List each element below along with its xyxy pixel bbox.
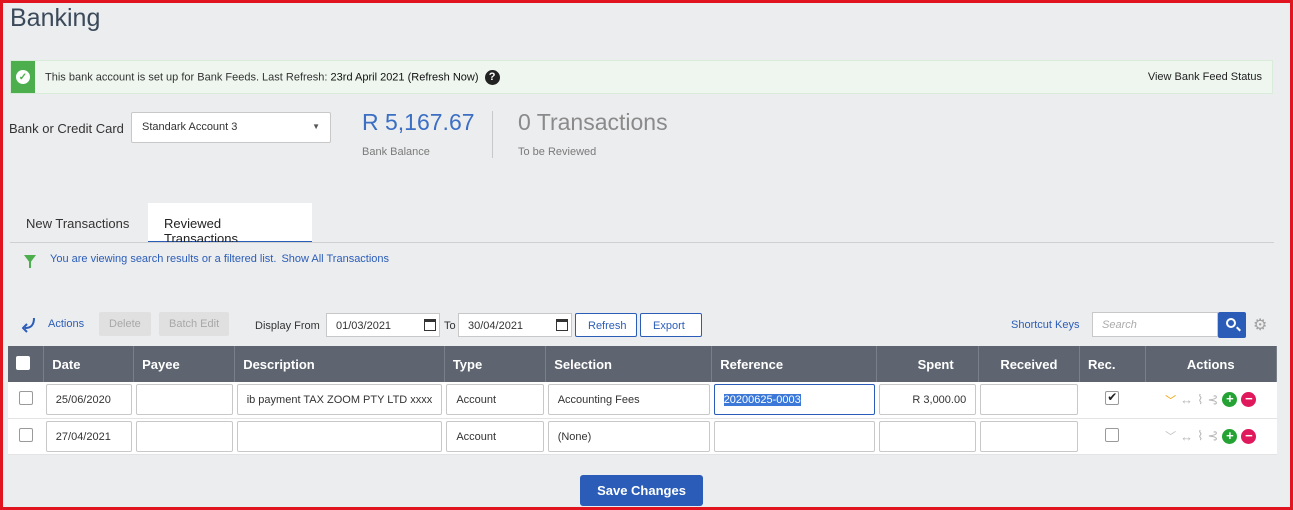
row-actions: ﹀ ↔ ⌇ ⊰ + − <box>1147 392 1274 408</box>
search-input[interactable]: Search <box>1092 312 1218 337</box>
bank-balance-label: Bank Balance <box>362 146 430 158</box>
filter-message: You are viewing search results or a filt… <box>50 253 277 265</box>
to-date-input[interactable]: 30/04/2021 <box>458 313 572 337</box>
chevron-down-icon[interactable]: ﹀ <box>1165 392 1176 408</box>
return-arrow-icon[interactable] <box>22 317 36 333</box>
batch-edit-button[interactable]: Batch Edit <box>159 312 230 336</box>
row-checkbox[interactable] <box>18 391 33 406</box>
description-field[interactable]: ib payment TAX ZOOM PTY LTD xxxx <box>236 384 443 416</box>
to-date-value: 30/04/2021 <box>468 320 524 332</box>
shortcut-keys-link[interactable]: Shortcut Keys <box>1011 319 1079 331</box>
refresh-button[interactable]: Refresh <box>575 313 637 337</box>
transactions-count: 0 Transactions <box>518 109 668 135</box>
last-refresh-link[interactable]: 23rd April 2021 (Refresh Now) <box>331 71 479 83</box>
reference-field[interactable] <box>713 420 875 452</box>
search-icon <box>1226 318 1236 328</box>
column-header[interactable]: Type <box>444 346 547 382</box>
split-icon[interactable]: ⊰ <box>1207 392 1218 408</box>
selection-field[interactable]: Accounting Fees <box>547 384 710 416</box>
received-field[interactable] <box>980 384 1078 416</box>
received-field[interactable] <box>980 420 1078 452</box>
add-icon[interactable]: + <box>1222 428 1238 444</box>
delete-button[interactable]: Delete <box>99 312 151 336</box>
to-label: To <box>444 320 456 332</box>
reference-field[interactable]: 20200625-0003 <box>713 384 875 416</box>
feed-message: This bank account is set up for Bank Fee… <box>45 69 500 85</box>
feed-message-text: This bank account is set up for Bank Fee… <box>45 70 331 83</box>
spent-field[interactable] <box>878 420 977 452</box>
save-changes-button[interactable]: Save Changes <box>580 475 703 506</box>
chevron-down-icon[interactable]: ﹀ <box>1165 428 1176 444</box>
column-header[interactable]: Payee <box>133 346 236 382</box>
type-field[interactable]: Account <box>446 384 544 416</box>
view-bank-feed-status-link[interactable]: View Bank Feed Status <box>1148 71 1262 83</box>
paperclip-icon[interactable]: ⌇ <box>1197 392 1203 408</box>
add-icon[interactable]: + <box>1222 392 1238 408</box>
table-row: 25/06/2020 ib payment TAX ZOOM PTY LTD x… <box>8 382 1277 419</box>
select-all-checkbox[interactable] <box>16 355 30 370</box>
row-actions: ﹀ ↔ ⌇ ⊰ + − <box>1147 428 1274 444</box>
paperclip-icon[interactable]: ⌇ <box>1197 428 1203 444</box>
filter-icon <box>24 255 36 268</box>
spent-field[interactable]: R 3,000.00 <box>878 384 977 416</box>
tab-reviewed-transactions[interactable]: Reviewed Transactions <box>148 203 312 246</box>
from-date-input[interactable]: 01/03/2021 <box>326 313 440 337</box>
column-header: Actions <box>1145 346 1278 382</box>
toolbar: Actions Delete Batch Edit Display From 0… <box>22 312 1274 340</box>
split-icon[interactable]: ⊰ <box>1207 428 1218 444</box>
export-button[interactable]: Export <box>640 313 702 337</box>
bank-balance: R 5,167.67 <box>362 109 475 135</box>
calendar-icon[interactable] <box>424 319 436 331</box>
remove-icon[interactable]: − <box>1241 428 1257 444</box>
show-all-transactions-link[interactable]: Show All Transactions <box>281 253 389 265</box>
column-header[interactable]: Selection <box>545 346 713 382</box>
page-title: Banking <box>10 4 101 32</box>
search-button[interactable] <box>1218 312 1246 338</box>
column-header[interactable]: Date <box>43 346 135 382</box>
type-field[interactable]: Account <box>446 420 544 452</box>
date-field[interactable]: 27/04/2021 <box>45 420 132 452</box>
table-header: Date Payee Description Type Selection Re… <box>8 346 1278 382</box>
selection-field[interactable]: (None) <box>547 420 710 452</box>
payee-field[interactable] <box>135 384 233 416</box>
divider <box>492 111 493 158</box>
from-date-value: 01/03/2021 <box>336 320 392 332</box>
row-checkbox[interactable] <box>18 427 33 442</box>
transfer-icon[interactable]: ↔ <box>1180 392 1193 407</box>
reconciled-checkbox[interactable] <box>1105 427 1120 442</box>
transactions-count-label: To be Reviewed <box>518 146 597 158</box>
column-header[interactable]: Received <box>978 346 1081 382</box>
filter-notice: You are viewing search results or a filt… <box>24 253 389 268</box>
account-label: Bank or Credit Card <box>9 121 124 136</box>
tabs-divider <box>10 242 1274 243</box>
display-from-label: Display From <box>255 320 320 332</box>
account-select[interactable]: Standark Account 3 ▼ <box>131 112 331 143</box>
transfer-icon[interactable]: ↔ <box>1180 429 1193 444</box>
tab-new-transactions[interactable]: New Transactions <box>10 203 145 243</box>
gear-icon[interactable]: ⚙ <box>1253 315 1271 334</box>
payee-field[interactable] <box>135 420 233 452</box>
column-header[interactable]: Spent <box>876 346 979 382</box>
transactions-table: Date Payee Description Type Selection Re… <box>8 346 1278 455</box>
account-select-value: Standark Account 3 <box>142 121 238 133</box>
calendar-icon[interactable] <box>556 319 568 331</box>
column-header[interactable]: Description <box>234 346 445 382</box>
description-field[interactable] <box>236 420 443 452</box>
caret-down-icon: ▼ <box>312 122 320 131</box>
reconciled-checkbox[interactable] <box>1105 390 1120 406</box>
select-all-header <box>8 346 45 382</box>
date-field[interactable]: 25/06/2020 <box>45 384 132 416</box>
help-icon[interactable]: ? <box>484 69 500 85</box>
reference-value: 20200625-0003 <box>723 394 801 407</box>
check-icon: ✓ <box>11 61 35 93</box>
bank-feed-banner: ✓ This bank account is set up for Bank F… <box>10 60 1273 94</box>
table-row: 27/04/2021 Account (None) ﹀ ↔ ⌇ ⊰ + − <box>8 418 1277 455</box>
column-header[interactable]: Rec. <box>1079 346 1146 382</box>
actions-link[interactable]: Actions <box>48 318 84 330</box>
remove-icon[interactable]: − <box>1241 392 1257 408</box>
column-header[interactable]: Reference <box>711 346 878 382</box>
